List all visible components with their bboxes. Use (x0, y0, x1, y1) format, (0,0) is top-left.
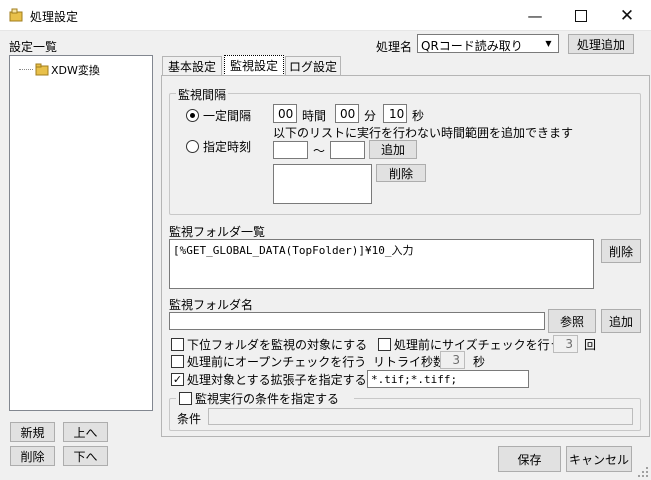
minutes-unit: 分 (364, 109, 377, 123)
delete-setting-button[interactable]: 削除 (10, 446, 55, 466)
retry-label: リトライ秒数 (373, 355, 446, 369)
title-bar: 処理設定 — ✕ (0, 0, 651, 31)
resize-grip-icon[interactable] (638, 467, 649, 478)
folder-name-title: 監視フォルダ名 (169, 298, 254, 312)
tab-monitor-settings[interactable]: 監視設定 (224, 55, 284, 76)
retry-unit: 秒 (473, 355, 486, 369)
fixed-interval-radio[interactable] (186, 109, 199, 122)
maximize-button[interactable] (558, 0, 604, 31)
add-process-button[interactable]: 処理追加 (568, 34, 634, 54)
settings-tree[interactable]: XDW変換 (9, 55, 153, 411)
condition-header: 監視実行の条件を指定する (176, 390, 354, 406)
subfolders-checkbox[interactable] (171, 338, 184, 351)
tree-item-label: XDW変換 (51, 64, 100, 77)
extension-checkbox[interactable]: ✓ (171, 373, 184, 386)
fixed-interval-label: 一定間隔 (203, 109, 252, 123)
monitor-interval-title: 監視間隔 (176, 86, 229, 103)
folder-list[interactable]: [%GET_GLOBAL_DATA(TopFolder)]¥10_入力 (169, 239, 594, 289)
folder-app-icon (9, 8, 23, 22)
new-button[interactable]: 新規 (10, 422, 55, 442)
close-button[interactable]: ✕ (604, 0, 650, 31)
extension-input[interactable]: *.tif;*.tiff; (367, 370, 529, 388)
condition-input[interactable] (208, 408, 633, 425)
retry-seconds-value: 3 (452, 353, 460, 367)
size-check-unit: 回 (584, 338, 597, 352)
add-time-range-button[interactable]: 追加 (369, 140, 417, 159)
add-folder-button[interactable]: 追加 (601, 309, 641, 333)
time-range-note: 以下のリストに実行を行わない時間範囲を追加できます (273, 126, 574, 140)
tree-item[interactable]: XDW変換 (19, 61, 139, 77)
folder-name-input[interactable] (169, 312, 545, 330)
delete-time-range-button[interactable]: 削除 (376, 164, 426, 182)
minimize-icon: — (527, 6, 543, 25)
specified-time-radio[interactable] (186, 140, 199, 153)
time-to-input[interactable] (330, 141, 365, 159)
time-from-input[interactable] (273, 141, 308, 159)
settings-list-title: 設定一覧 (9, 40, 58, 54)
seconds-unit: 秒 (412, 109, 425, 123)
seconds-value: 10 (389, 107, 405, 121)
size-check-checkbox[interactable] (378, 338, 391, 351)
hours-input[interactable]: 00 (273, 104, 297, 123)
extension-label: 処理対象とする拡張子を指定する (187, 373, 367, 387)
size-check-count-input[interactable]: 3 (553, 335, 578, 353)
open-check-checkbox[interactable] (171, 355, 184, 368)
delete-folder-button[interactable]: 削除 (601, 239, 641, 263)
tab-log-settings[interactable]: ログ設定 (285, 56, 341, 76)
browse-button[interactable]: 参照 (548, 309, 596, 333)
chevron-down-icon: ▼ (545, 39, 552, 48)
process-name-select[interactable]: QRコード読み取り ▼ (417, 34, 559, 53)
move-up-button[interactable]: 上へ (63, 422, 108, 442)
hours-value: 00 (278, 107, 294, 121)
extension-value: *.tif;*.tiff; (371, 373, 458, 386)
folder-list-item[interactable]: [%GET_GLOBAL_DATA(TopFolder)]¥10_入力 (173, 242, 414, 258)
condition-checkbox[interactable] (179, 392, 192, 405)
hours-unit: 時間 (302, 109, 327, 123)
minutes-value: 00 (340, 107, 356, 121)
size-check-label: 処理前にサイズチェックを行う (394, 338, 562, 352)
tree-connector (19, 69, 33, 70)
specified-time-label: 指定時刻 (203, 140, 252, 154)
folder-list-title: 監視フォルダ一覧 (169, 225, 266, 239)
tab-basic-settings[interactable]: 基本設定 (162, 56, 222, 76)
condition-title: 監視実行の条件を指定する (195, 392, 340, 406)
seconds-input[interactable]: 10 (383, 104, 407, 123)
size-check-count-value: 3 (565, 337, 573, 351)
close-icon: ✕ (619, 5, 635, 26)
save-button[interactable]: 保存 (498, 446, 561, 472)
folder-icon (35, 63, 49, 76)
condition-label: 条件 (177, 412, 202, 426)
move-down-button[interactable]: 下へ (63, 446, 108, 466)
time-range-list[interactable] (273, 164, 372, 204)
maximize-icon (575, 9, 587, 22)
retry-seconds-input[interactable]: 3 (440, 351, 465, 369)
check-icon: ✓ (172, 373, 183, 386)
process-name-label: 処理名 (376, 40, 413, 54)
cancel-button[interactable]: キャンセル (566, 446, 632, 472)
open-check-label: 処理前にオープンチェックを行う (187, 355, 367, 369)
subfolders-label: 下位フォルダを監視の対象にする (187, 338, 368, 352)
minimize-button[interactable]: — (512, 0, 558, 31)
minutes-input[interactable]: 00 (335, 104, 359, 123)
window-title: 処理設定 (30, 10, 79, 24)
tilde-label: ～ (313, 144, 326, 158)
process-name-value: QRコード読み取り (421, 39, 523, 53)
